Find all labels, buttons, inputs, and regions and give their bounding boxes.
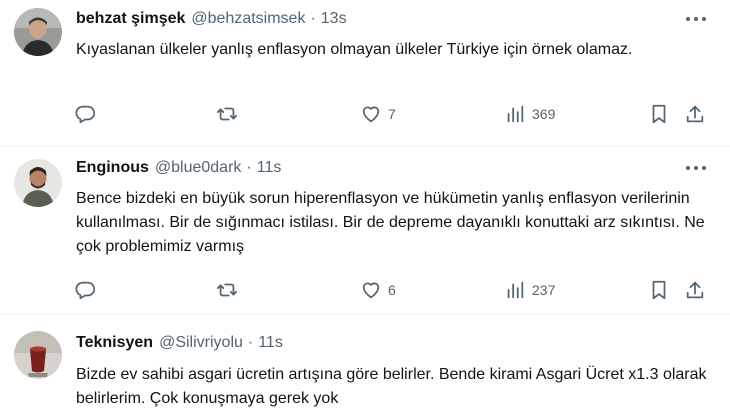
like-button[interactable]: 7	[360, 101, 396, 127]
timestamp[interactable]: 11s	[257, 159, 282, 177]
tweet-text: Kıyaslanan ülkeler yanlış enflasyon olma…	[76, 41, 633, 58]
author-handle[interactable]: @Silivriyolu	[159, 334, 243, 352]
author-name[interactable]: behzat şimşek	[76, 10, 185, 28]
like-button[interactable]: 6	[360, 277, 396, 303]
timestamp[interactable]: 11s	[258, 334, 283, 352]
separator-dot: ·	[310, 10, 316, 27]
heart-icon	[362, 106, 380, 123]
like-count: 7	[388, 106, 396, 122]
views-icon	[507, 281, 524, 299]
reply-icon	[75, 281, 96, 300]
tweet-text: Bizde ev sahibi asgari ücretin artışına …	[76, 366, 707, 407]
retweet-icon	[216, 283, 238, 297]
reply-button[interactable]	[74, 277, 96, 303]
reply-button[interactable]	[74, 101, 96, 127]
views-button[interactable]: 369	[504, 101, 555, 127]
tweet-header: Enginous @blue0dark · 11s	[76, 159, 281, 177]
share-button[interactable]	[684, 277, 706, 303]
avatar[interactable]	[14, 331, 62, 379]
retweet-icon	[216, 107, 238, 121]
timestamp[interactable]: 13s	[321, 10, 347, 28]
tweet-1[interactable]: behzat şimşek @behzatsimsek · 13s Kıyasl…	[0, 0, 730, 146]
separator-dot: ·	[246, 159, 252, 176]
views-button[interactable]: 237	[504, 277, 555, 303]
author-handle[interactable]: @behzatsimsek	[191, 10, 305, 28]
tweet-3[interactable]: Teknisyen @Silivriyolu · 11s Bizde ev sa…	[0, 315, 730, 420]
separator-dot: ·	[247, 334, 254, 351]
action-bar: 6 237	[70, 277, 720, 303]
tweet-header: Teknisyen @Silivriyolu · 11s	[76, 334, 283, 352]
tweet-text: Bence bizdeki en büyük sorun hiperenflas…	[76, 190, 705, 255]
share-button[interactable]	[684, 101, 706, 127]
bookmark-button[interactable]	[648, 101, 670, 127]
views-icon	[507, 105, 524, 123]
reply-icon	[75, 105, 96, 124]
bookmark-icon	[652, 104, 666, 124]
author-name[interactable]: Teknisyen	[76, 334, 153, 352]
tweet-2[interactable]: Enginous @blue0dark · 11s Bence bizdeki …	[0, 147, 730, 314]
avatar[interactable]	[14, 8, 62, 56]
share-icon	[686, 281, 704, 299]
author-handle[interactable]: @blue0dark	[155, 159, 242, 177]
retweet-button[interactable]	[216, 277, 238, 303]
heart-icon	[362, 282, 380, 299]
action-bar: 7 369	[70, 101, 720, 127]
more-options-icon[interactable]	[686, 8, 708, 30]
bookmark-icon	[652, 280, 666, 300]
like-count: 6	[388, 282, 396, 298]
share-icon	[686, 105, 704, 123]
retweet-button[interactable]	[216, 101, 238, 127]
more-options-icon[interactable]	[686, 157, 708, 179]
bookmark-button[interactable]	[648, 277, 670, 303]
tweet-header: behzat şimşek @behzatsimsek · 13s	[76, 10, 347, 28]
view-count: 369	[532, 106, 556, 122]
avatar[interactable]	[14, 159, 62, 207]
author-name[interactable]: Enginous	[76, 159, 149, 177]
view-count: 237	[532, 282, 556, 298]
